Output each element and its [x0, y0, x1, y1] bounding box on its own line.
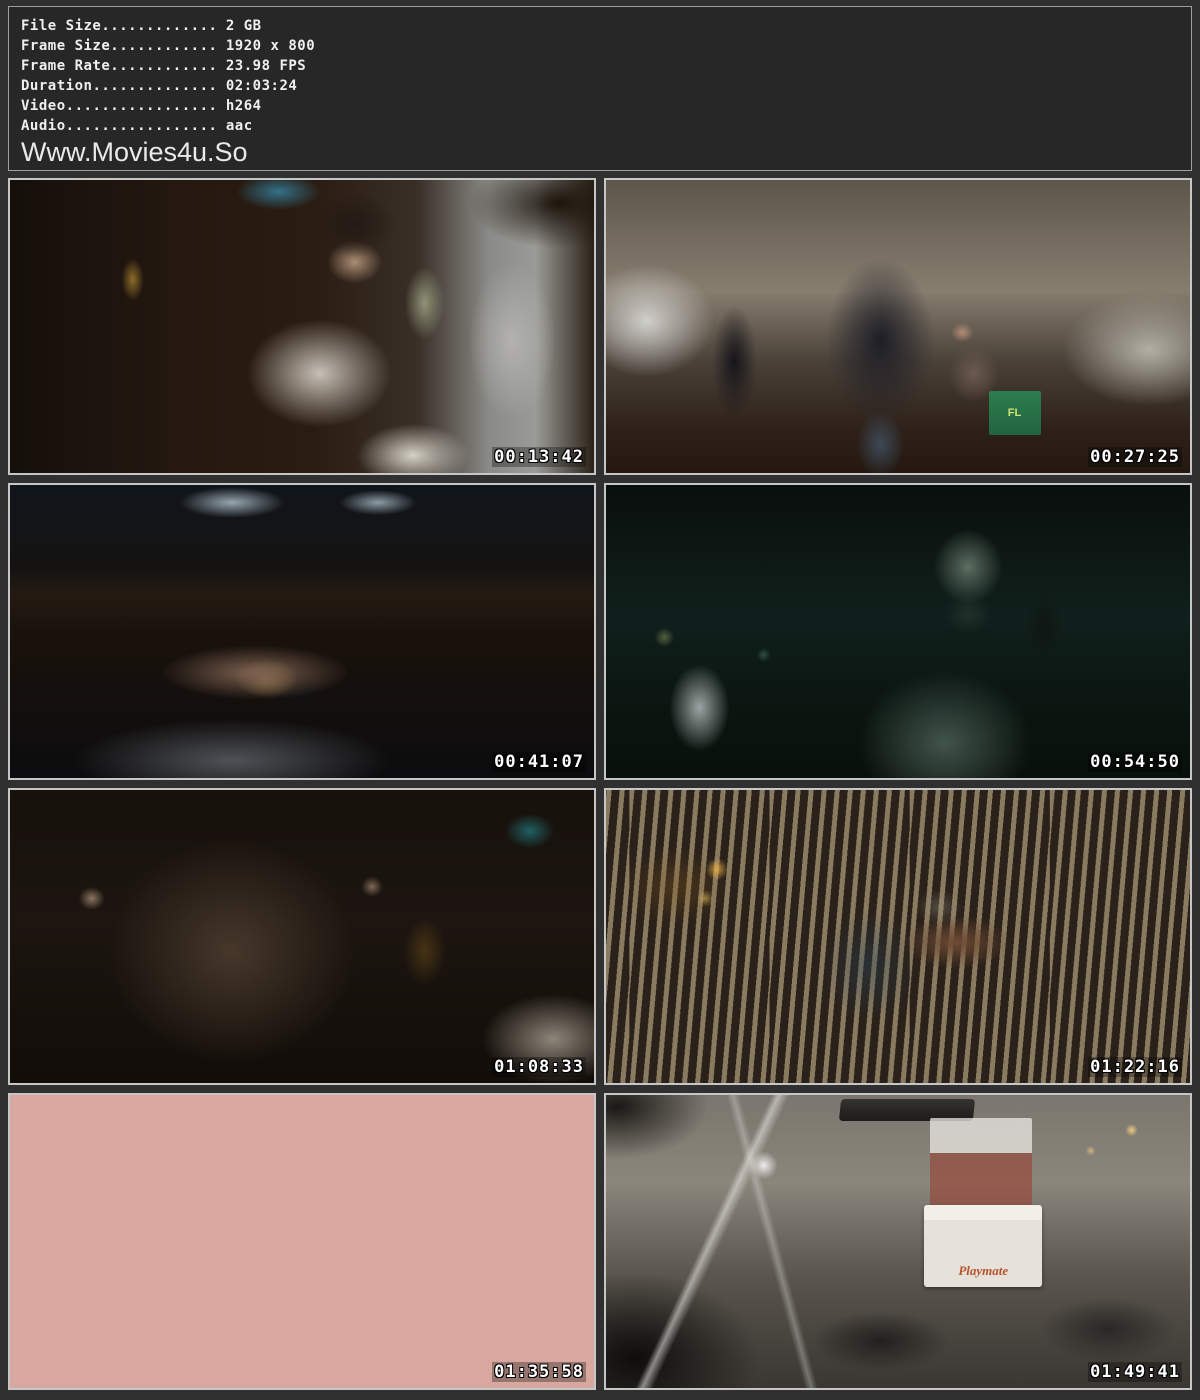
playmate-cooler: Playmate	[924, 1205, 1042, 1287]
movie-still-man-white-cowboy-hat-pointing	[10, 1095, 594, 1388]
dot-leader: ............	[110, 58, 217, 74]
info-label: File Size	[21, 18, 101, 34]
timestamp-overlay: 01:49:41	[1088, 1362, 1182, 1382]
info-label: Duration	[21, 78, 92, 94]
screenshot-thumb-1: 00:13:42	[8, 178, 596, 475]
dot-leader: ............	[110, 38, 217, 54]
info-value: 02:03:24	[217, 78, 297, 94]
screenshot-thumb-5: 01:08:33	[8, 788, 596, 1085]
movie-still-dark-bar-crowd	[10, 790, 594, 1083]
movie-still-cabin-sleeping-figure	[10, 485, 594, 778]
site-watermark: Www.Movies4u.So	[21, 137, 1179, 167]
info-label: Frame Rate	[21, 58, 110, 74]
page: File Size.............2 GB Frame Size...…	[0, 0, 1200, 1390]
movie-still-truck-dashboard-cooler: Playmate	[606, 1095, 1190, 1388]
info-row-duration: Duration..............02:03:24	[21, 76, 1179, 96]
info-row-frame-rate: Frame Rate............23.98 FPS	[21, 56, 1179, 76]
movie-still-tiki-bar-bartender	[10, 180, 594, 473]
info-value: 23.98 FPS	[217, 58, 306, 74]
screenshot-thumb-8: Playmate 01:49:41	[604, 1093, 1192, 1390]
screenshot-thumb-2: FL 00:27:25	[604, 178, 1192, 475]
timestamp-overlay: 01:08:33	[492, 1057, 586, 1077]
timestamp-overlay: 01:22:16	[1088, 1057, 1182, 1077]
info-row-video: Video.................h264	[21, 96, 1179, 116]
timestamp-overlay: 00:13:42	[492, 447, 586, 467]
file-info-panel: File Size.............2 GB Frame Size...…	[8, 6, 1192, 171]
dot-leader: .................	[66, 98, 218, 114]
info-row-audio: Audio.................aac	[21, 116, 1179, 136]
info-label: Audio	[21, 118, 66, 134]
movie-still-bar-counter-drink-hand	[606, 790, 1190, 1083]
info-row-file-size: File Size.............2 GB	[21, 16, 1179, 36]
info-value: 2 GB	[217, 18, 261, 34]
movie-still-boat-cabin-couple: FL	[606, 180, 1190, 473]
info-value: 1920 x 800	[217, 38, 315, 54]
info-value: aac	[217, 118, 252, 134]
timestamp-overlay: 00:54:50	[1088, 752, 1182, 772]
screenshot-thumb-3: 00:41:07	[8, 483, 596, 780]
dot-leader: .................	[66, 118, 218, 134]
dot-leader: .............	[101, 18, 217, 34]
green-shopping-bag: FL	[989, 391, 1041, 435]
takeout-bag	[930, 1118, 1032, 1210]
info-label: Frame Size	[21, 38, 110, 54]
cooler-brand-label: Playmate	[924, 1263, 1042, 1279]
info-row-frame-size: Frame Size............1920 x 800	[21, 36, 1179, 56]
dot-leader: ..............	[92, 78, 217, 94]
info-label: Video	[21, 98, 66, 114]
movie-still-shirtless-man-phone-call	[606, 485, 1190, 778]
timestamp-overlay: 00:27:25	[1088, 447, 1182, 467]
screenshot-thumb-6: 01:22:16	[604, 788, 1192, 1085]
screenshot-thumb-4: 00:54:50	[604, 483, 1192, 780]
info-value: h264	[217, 98, 261, 114]
timestamp-overlay: 01:35:58	[492, 1362, 586, 1382]
screenshot-thumb-7: 01:35:58	[8, 1093, 596, 1390]
timestamp-overlay: 00:41:07	[492, 752, 586, 772]
screenshot-grid: 00:13:42 FL 00:27:25 00:41:07 00:54:50 0…	[8, 178, 1192, 1390]
